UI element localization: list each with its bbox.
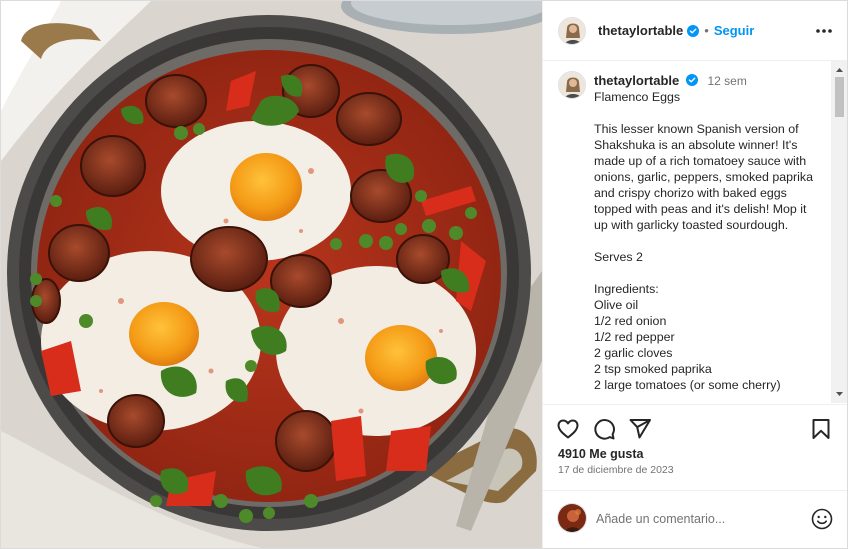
likes-count[interactable]: 4910 Me gusta: [558, 447, 643, 461]
scroll-down-arrow-icon[interactable]: [831, 387, 848, 401]
caption-scrollbar[interactable]: [831, 61, 848, 403]
avatar-image: [558, 504, 586, 532]
flamenco-eggs-photo: [1, 1, 542, 548]
share-icon[interactable]: [628, 417, 652, 441]
add-comment-row: [543, 490, 847, 548]
scrollbar-thumb[interactable]: [835, 77, 844, 117]
verified-badge-icon: [685, 74, 698, 86]
avatar-image: [559, 72, 585, 98]
scroll-up-arrow-icon[interactable]: [831, 63, 848, 77]
caption-area: thetaylortable 12 sem Flamenco Eggs This…: [543, 61, 831, 403]
comment-input[interactable]: [596, 509, 796, 529]
heart-icon[interactable]: [556, 417, 580, 441]
avatar-image: [559, 17, 585, 44]
current-user-avatar: [557, 503, 587, 533]
verified-badge-icon: [687, 24, 700, 37]
author-avatar[interactable]: [558, 16, 586, 45]
caption-username[interactable]: thetaylortable: [594, 73, 679, 88]
more-options-icon[interactable]: [814, 23, 834, 39]
post-modal: thetaylortable • Seguir thetaylortable 1…: [0, 0, 848, 549]
follow-button[interactable]: Seguir: [714, 23, 754, 38]
post-date[interactable]: 17 de diciembre de 2023: [558, 464, 674, 476]
comment-icon[interactable]: [592, 417, 616, 441]
post-photo[interactable]: [1, 1, 542, 548]
caption-text: Flamenco Eggs This lesser known Spanish …: [594, 90, 814, 392]
caption-time[interactable]: 12 sem: [708, 74, 747, 88]
bookmark-icon[interactable]: [809, 417, 833, 441]
post-actions: [543, 404, 847, 451]
emoji-icon[interactable]: [810, 507, 834, 531]
caption-author-avatar[interactable]: [558, 71, 586, 99]
header-username[interactable]: thetaylortable: [598, 23, 683, 38]
post-header: thetaylortable • Seguir: [543, 1, 847, 61]
header-separator: •: [704, 23, 709, 38]
caption-header: thetaylortable 12 sem: [594, 73, 747, 88]
post-side-panel: thetaylortable • Seguir thetaylortable 1…: [542, 1, 848, 548]
